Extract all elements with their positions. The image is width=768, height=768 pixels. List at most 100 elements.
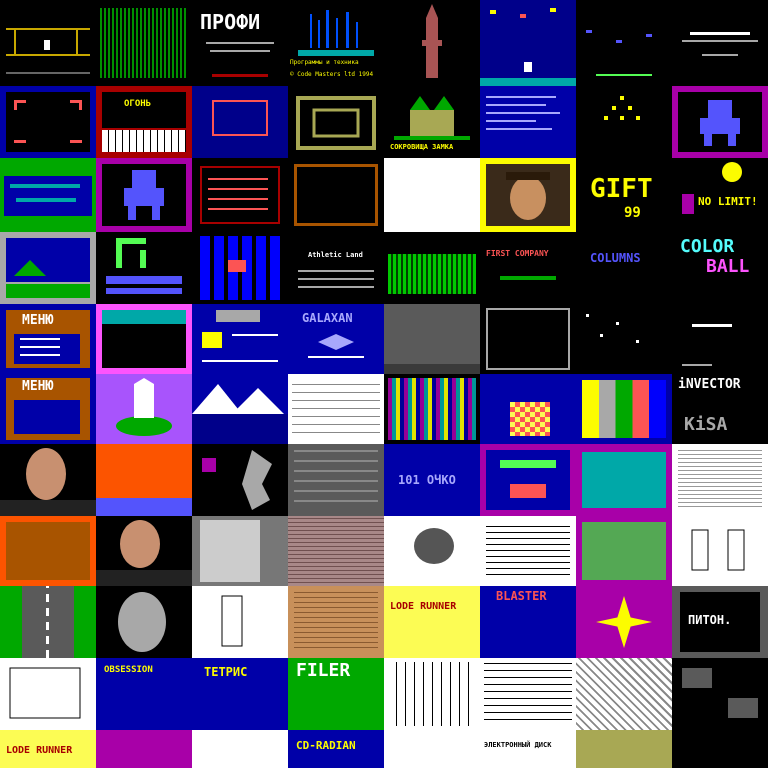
columns-title: COLUMNS (590, 251, 641, 265)
gift-title: GIFT (590, 174, 653, 204)
ochko-title: 101 ОЧКО (398, 473, 456, 487)
thumb-schematic-1[interactable] (288, 374, 384, 444)
thumb-electronic-disk[interactable]: ЭЛЕКТРОННЫЙ ДИСК (480, 730, 576, 768)
cd-radian-title: CD-RADIAN (296, 739, 356, 752)
thumb-red-frame[interactable] (288, 158, 384, 232)
thumb-green-bars[interactable] (384, 232, 480, 304)
thumb-robot-face[interactable] (96, 586, 192, 658)
thumb-dark-line[interactable] (672, 304, 768, 374)
thumb-platform-game[interactable] (0, 0, 96, 86)
thumb-first-company[interactable]: FIRST COMPANY (480, 232, 576, 304)
thumb-gift-99[interactable]: GIFT 99 (576, 158, 672, 232)
thumb-cartoon[interactable] (576, 516, 672, 586)
thumb-blaster[interactable]: BLASTER (480, 586, 576, 658)
thumb-black-last[interactable] (672, 730, 768, 768)
thumb-code-masters[interactable]: Программы и техника © Code Masters ltd 1… (288, 0, 384, 86)
thumb-menu-1[interactable]: МЕНЮ (0, 304, 96, 374)
thumb-parchment[interactable] (288, 586, 384, 658)
thumb-piano[interactable]: ОГОНЬ (96, 86, 192, 158)
thumb-schematic-4[interactable] (0, 658, 96, 730)
thumb-portrait-1[interactable] (0, 444, 96, 516)
thumb-treasure-castle[interactable]: СОКРОВИЩА ЗАМКА (384, 86, 480, 158)
thumb-obsession[interactable]: OBSESSION (96, 658, 192, 730)
thumb-gray-board[interactable] (288, 444, 384, 516)
thumb-schematic-6[interactable] (480, 658, 576, 730)
thumb-color-ball[interactable]: COLOR BALL (672, 232, 768, 304)
thumb-yellow-diamonds[interactable] (576, 86, 672, 158)
thumb-orange-banner[interactable] (96, 444, 192, 516)
thumb-color-bars[interactable] (576, 374, 672, 444)
thumbnail-grid: ПРОФИ Программы и техника © Code Masters… (0, 0, 768, 768)
color-ball-line-2: BALL (706, 256, 750, 277)
thumb-blue-ui[interactable] (192, 304, 288, 374)
thumb-robot-magenta[interactable] (672, 86, 768, 158)
thumb-pink-frame[interactable] (96, 304, 192, 374)
thumb-texture[interactable] (288, 516, 384, 586)
treasure-title: СОКРОВИЩА ЗАМКА (390, 143, 454, 151)
thumb-island[interactable] (0, 232, 96, 304)
code-masters-line-1: Программы и техника (290, 59, 359, 66)
obsession-title: OBSESSION (104, 665, 153, 675)
tetris-title: ТЕТРИС (204, 665, 248, 679)
thumb-schematic-3[interactable] (192, 586, 288, 658)
thumb-tetris[interactable]: ТЕТРИС (192, 658, 288, 730)
thumb-space-game[interactable] (480, 0, 576, 86)
thumb-photo-gray[interactable] (192, 516, 288, 586)
thumb-tower[interactable] (384, 0, 480, 86)
thumb-chessboard[interactable] (480, 374, 576, 444)
thumb-green-maze[interactable] (96, 0, 192, 86)
thumb-lode-runner-2[interactable]: LODE RUNNER (0, 730, 96, 768)
thumb-athletic-land[interactable]: Athletic Land (288, 232, 384, 304)
thumb-cyan-box[interactable] (576, 444, 672, 516)
thumb-magenta-ui[interactable] (480, 444, 576, 516)
thumb-filer[interactable]: FILER (288, 658, 384, 730)
thumb-dark-title[interactable] (672, 0, 768, 86)
kisa-title: KiSA (684, 414, 728, 435)
thumb-orange-logo[interactable] (0, 516, 96, 586)
thumb-101-ochko[interactable]: 101 ОЧКО (384, 444, 480, 516)
electronic-disk-title: ЭЛЕКТРОННЫЙ ДИСК (484, 741, 552, 749)
thumb-photo-bw[interactable] (384, 516, 480, 586)
thumb-schematic-5[interactable] (384, 658, 480, 730)
thumb-schematic-7[interactable] (192, 730, 288, 768)
thumb-green-terrain[interactable] (0, 158, 96, 232)
thumb-profi[interactable]: ПРОФИ (192, 0, 288, 86)
thumb-red-menu[interactable] (192, 158, 288, 232)
thumb-dark-dots[interactable] (576, 0, 672, 86)
thumb-schematic-2[interactable] (672, 516, 768, 586)
thumb-blue-box[interactable] (192, 86, 288, 158)
thumb-color-noise[interactable] (384, 374, 480, 444)
thumb-road[interactable] (0, 586, 96, 658)
thumb-rocket[interactable] (96, 374, 192, 444)
thumb-olive-screen[interactable] (576, 730, 672, 768)
thumb-columns[interactable]: COLUMNS (576, 232, 672, 304)
thumb-pattern[interactable] (576, 658, 672, 730)
thumb-indiana[interactable] (480, 158, 576, 232)
thumb-blue-maze[interactable] (192, 232, 288, 304)
thumb-blue-frame[interactable] (0, 86, 96, 158)
thumb-blue-text-screen[interactable] (480, 86, 576, 158)
thumb-olive-maze[interactable] (288, 86, 384, 158)
thumb-lode-runner-1[interactable]: LODE RUNNER (384, 586, 480, 658)
thumb-invector[interactable]: iNVECTOR KiSA (672, 374, 768, 444)
thumb-gray-screen[interactable] (384, 304, 480, 374)
thumb-text-document-3[interactable] (384, 730, 480, 768)
thumb-gray-blocks[interactable] (672, 658, 768, 730)
thumb-piton[interactable]: ПИТОН. (672, 586, 768, 658)
thumb-face-profile[interactable] (192, 444, 288, 516)
thumb-no-limit[interactable]: NO LIMIT! (672, 158, 768, 232)
thumb-star-burst[interactable] (576, 586, 672, 658)
thumb-dialog[interactable] (480, 304, 576, 374)
thumb-green-logo[interactable] (96, 232, 192, 304)
thumb-portrait-2[interactable] (96, 516, 192, 586)
thumb-cd-radian[interactable]: CD-RADIAN (288, 730, 384, 768)
thumb-galaxan[interactable]: GALAXAN (288, 304, 384, 374)
thumb-robot-blue[interactable] (96, 158, 192, 232)
thumb-text-document-2[interactable] (480, 516, 576, 586)
thumb-star-field[interactable] (576, 304, 672, 374)
thumb-menu-2[interactable]: МЕНЮ (0, 374, 96, 444)
thumb-text-document-1[interactable] (672, 444, 768, 516)
thumb-purple-title[interactable] (96, 730, 192, 768)
thumb-mountains[interactable] (192, 374, 288, 444)
invector-title: iNVECTOR (678, 377, 741, 392)
